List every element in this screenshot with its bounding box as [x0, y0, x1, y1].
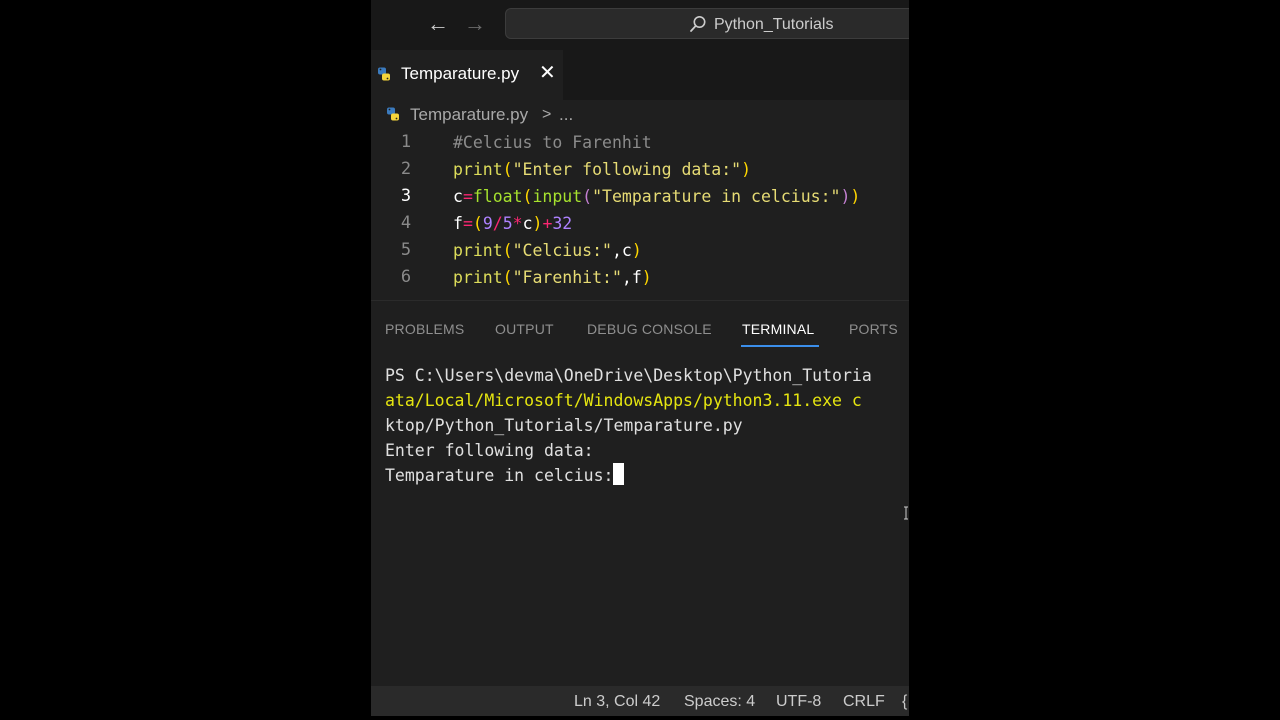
line-number: 5 — [400, 240, 412, 260]
code-line[interactable]: 5 print("Celcius:",c) — [371, 237, 909, 264]
code-line[interactable]: 4 f=(9/5*c)+32 — [371, 210, 909, 237]
code-token: ,f — [621, 268, 642, 287]
encoding-setting[interactable]: UTF-8 — [776, 692, 821, 712]
code-text: print("Enter following data:") — [453, 156, 751, 183]
text-cursor-icon — [904, 506, 908, 520]
code-token: ) — [850, 187, 861, 206]
code-token: input — [532, 187, 583, 206]
code-token: print — [453, 160, 503, 179]
chevron-right-icon: > — [542, 106, 552, 123]
terminal-line: ktop/Python_Tutorials/Temparature.py — [385, 413, 909, 438]
terminal-output[interactable]: PS C:\Users\devma\OneDrive\Desktop\Pytho… — [385, 363, 909, 488]
close-icon[interactable]: ✕ — [539, 63, 556, 83]
code-text: f=(9/5*c)+32 — [453, 210, 572, 237]
line-number: 1 — [400, 132, 412, 152]
code-token: print — [453, 241, 503, 260]
code-token: "Celcius:" — [512, 241, 612, 260]
tab-label: Temparature.py — [401, 64, 520, 83]
code-token: ( — [582, 187, 593, 206]
code-text: #Celcius to Farenhit — [453, 129, 652, 156]
code-token: ) — [631, 241, 642, 260]
code-token: "Temparature in celcius:" — [592, 187, 841, 206]
code-token: "Farenhit:" — [512, 268, 622, 287]
cursor-position[interactable]: Ln 3, Col 42 — [574, 692, 660, 712]
code-token: ( — [502, 241, 513, 260]
line-number: 6 — [400, 267, 412, 287]
line-ending-setting[interactable]: CRLF — [843, 692, 885, 712]
code-text: print("Farenhit:",f) — [453, 264, 652, 291]
status-bar: Ln 3, Col 42 Spaces: 4 UTF-8 CRLF { — [371, 686, 909, 716]
code-token: ) — [741, 160, 752, 179]
editor-tab-bar: Temparature.py ✕ — [371, 50, 909, 100]
breadcrumb-file[interactable]: Temparature.py — [410, 105, 528, 125]
tab-ports[interactable]: PORTS — [849, 319, 898, 339]
language-mode-icon[interactable]: { — [902, 692, 907, 712]
code-text: print("Celcius:",c) — [453, 237, 642, 264]
bottom-panel: PROBLEMS OUTPUT DEBUG CONSOLE TERMINAL P… — [371, 300, 909, 687]
tab-problems[interactable]: PROBLEMS — [385, 319, 464, 339]
terminal-line: Enter following data: — [385, 438, 909, 463]
code-token: = — [462, 187, 473, 206]
code-token: c — [453, 187, 463, 206]
code-token: #Celcius to Farenhit — [453, 133, 652, 152]
code-token: ( — [502, 160, 513, 179]
code-editor[interactable]: 1 #Celcius to Farenhit 2 print("Enter follo… — [371, 129, 909, 299]
code-token: ) — [532, 214, 543, 233]
code-token: ,c — [611, 241, 632, 260]
code-line[interactable]: 3 c=float(input("Temparature in celcius:"… — [371, 183, 909, 210]
code-line[interactable]: 1 #Celcius to Farenhit — [371, 129, 909, 156]
command-center-label: Python_Tutorials — [714, 16, 834, 33]
code-token: "Enter following data:" — [512, 160, 742, 179]
line-number: 3 — [400, 186, 412, 206]
tab-debug-console[interactable]: DEBUG CONSOLE — [587, 319, 712, 339]
breadcrumb-more[interactable]: ... — [559, 105, 573, 125]
forward-arrow-icon[interactable]: → — [464, 12, 486, 36]
code-token: c — [522, 214, 533, 233]
code-token: float — [472, 187, 523, 206]
code-token: ) — [641, 268, 652, 287]
code-token: 9 — [482, 214, 493, 233]
tab-terminal[interactable]: TERMINAL — [742, 319, 814, 339]
code-token: * — [512, 214, 523, 233]
code-token: / — [492, 214, 503, 233]
code-text: c=float(input("Temparature in celcius:")… — [453, 183, 860, 210]
title-bar: ← → Python_Tutorials — [371, 0, 909, 50]
code-token: ( — [502, 268, 513, 287]
code-token: f — [453, 214, 463, 233]
back-arrow-icon[interactable]: ← — [427, 12, 449, 36]
python-file-icon — [378, 67, 390, 81]
tab-temparature-py[interactable]: Temparature.py ✕ — [371, 50, 563, 100]
terminal-cursor — [613, 463, 625, 485]
terminal-line: PS C:\Users\devma\OneDrive\Desktop\Pytho… — [385, 363, 909, 388]
terminal-line-text: ktop/Python_Tutorials/Temparature.py — [385, 416, 743, 435]
terminal-line-text: Enter following data: — [385, 441, 594, 460]
code-token: = — [462, 214, 473, 233]
tab-output[interactable]: OUTPUT — [495, 319, 554, 339]
code-token: + — [542, 214, 553, 233]
terminal-line-text: ata/Local/Microsoft/WindowsApps/python3.… — [385, 391, 862, 410]
code-token: print — [453, 268, 503, 287]
terminal-line: Temparature in celcius: — [385, 463, 909, 488]
terminal-line-text: Temparature in celcius: — [385, 466, 614, 485]
indentation-setting[interactable]: Spaces: 4 — [684, 692, 755, 712]
terminal-line: ata/Local/Microsoft/WindowsApps/python3.… — [385, 388, 909, 413]
breadcrumb: Temparature.py > ... — [371, 100, 909, 128]
code-token: ) — [840, 187, 851, 206]
python-file-icon — [387, 107, 399, 121]
line-number: 4 — [400, 213, 412, 233]
code-token: ( — [472, 214, 483, 233]
vscode-window: ← → Python_Tutorials Temparature.py ✕ Te… — [371, 0, 909, 716]
search-icon — [690, 16, 706, 32]
code-line[interactable]: 6 print("Farenhit:",f) — [371, 264, 909, 291]
terminal-line-text: PS C:\Users\devma\OneDrive\Desktop\Pytho… — [385, 366, 872, 385]
active-tab-indicator — [741, 345, 819, 347]
code-line[interactable]: 2 print("Enter following data:") — [371, 156, 909, 183]
code-token: 5 — [502, 214, 513, 233]
line-number: 2 — [400, 159, 412, 179]
command-center-search[interactable]: Python_Tutorials — [505, 8, 909, 39]
code-token: ( — [522, 187, 533, 206]
code-token: 32 — [552, 214, 573, 233]
